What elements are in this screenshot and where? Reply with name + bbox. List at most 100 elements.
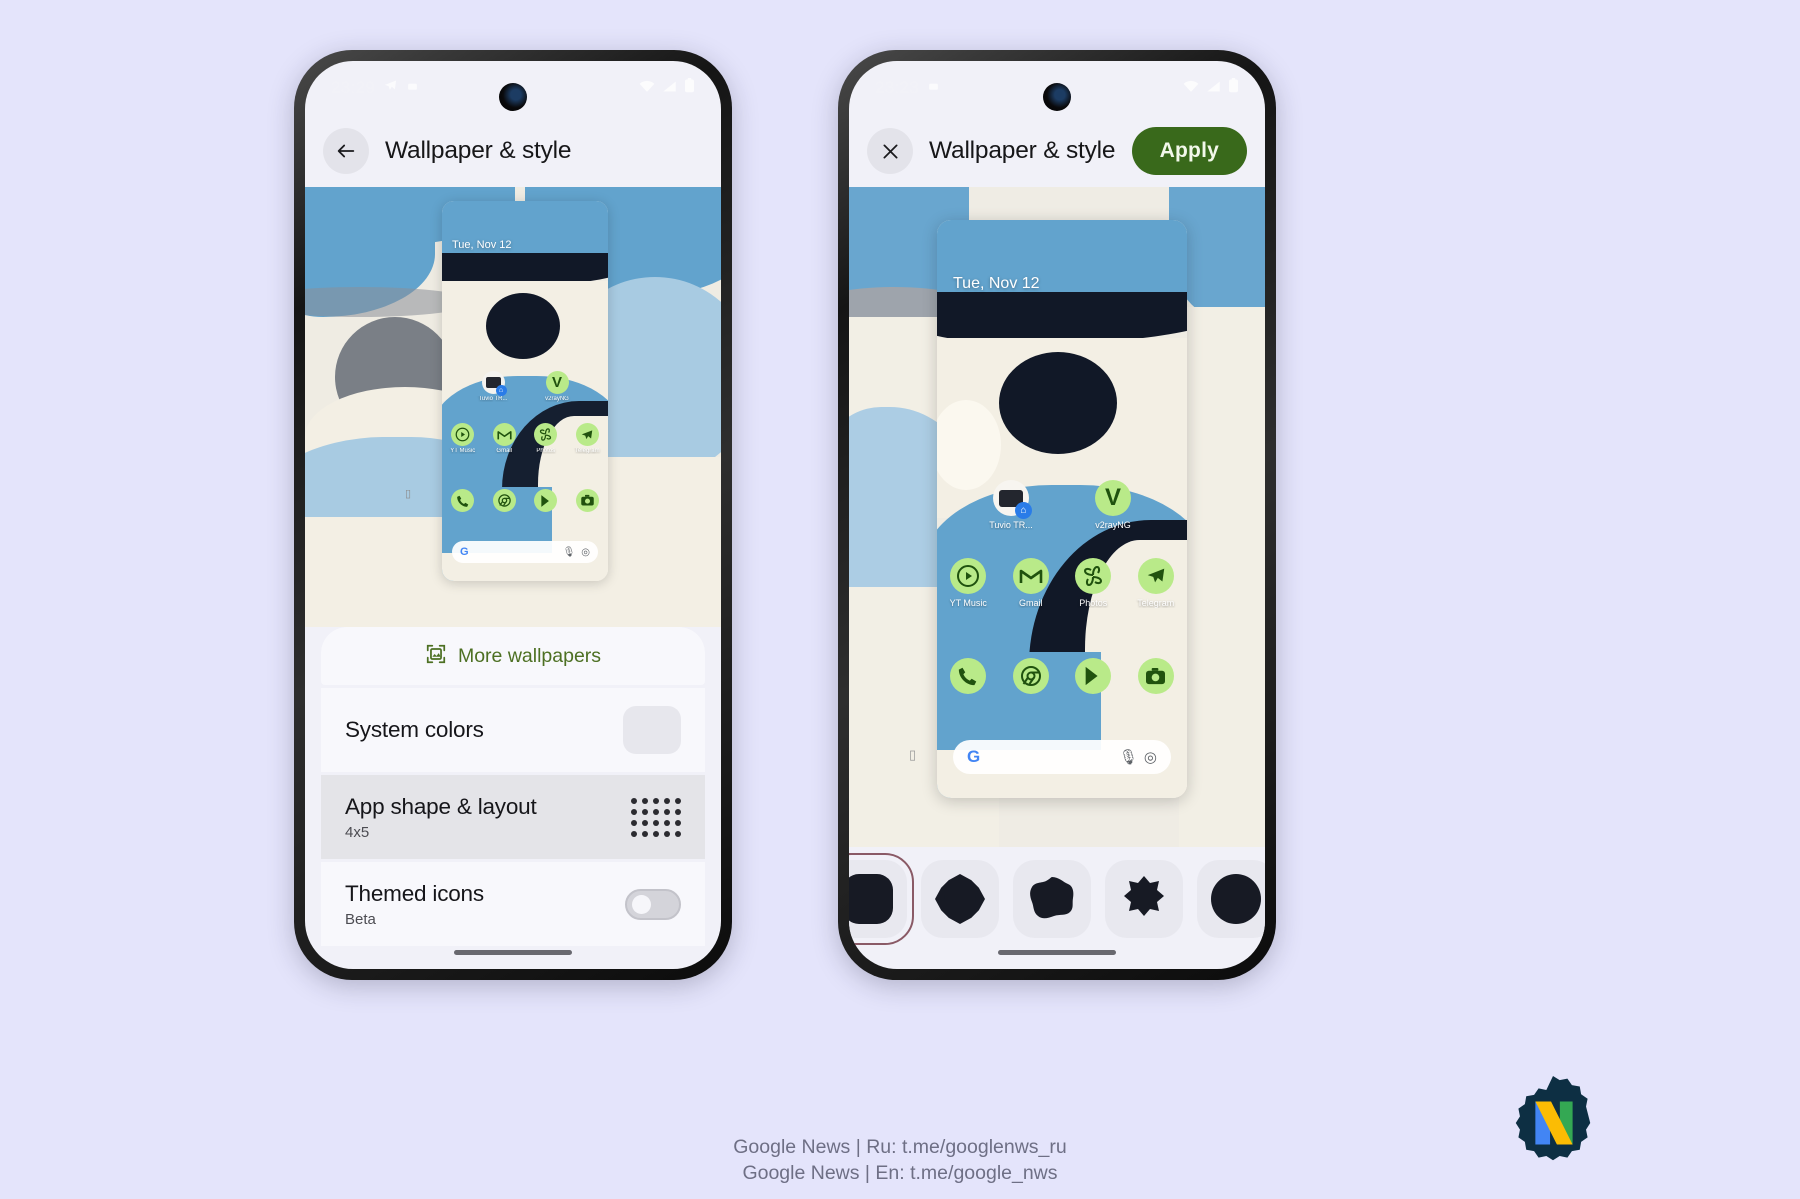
microphone-icon: 🎙: [562, 546, 576, 558]
wifi-icon: [639, 79, 655, 98]
close-button[interactable]: [867, 128, 913, 174]
dock-play-store[interactable]: [529, 489, 563, 512]
camera-icon: [575, 489, 599, 512]
circle-shape: [1211, 874, 1261, 924]
dock-phone[interactable]: [941, 658, 995, 694]
google-g-icon: G: [460, 546, 469, 558]
app-bar-right: Wallpaper & style Apply: [849, 115, 1265, 187]
shape-picker-strip[interactable]: [849, 851, 1265, 947]
preview-search-bar-right[interactable]: G 🎙 ◎: [953, 740, 1171, 774]
left-wallpaper-preview[interactable]: Tue, Nov 12 ⌂ Tuvio TR... V v2rayNG YT M…: [442, 201, 608, 581]
app-gmail[interactable]: Gmail: [487, 423, 521, 454]
toggle-knob: [632, 894, 651, 914]
shape-option-rounded-square[interactable]: [849, 853, 914, 945]
yt-music-icon: [950, 558, 987, 594]
app-label: Tuvio TR...: [478, 396, 508, 402]
dock-chrome[interactable]: [487, 489, 521, 512]
more-wallpapers-label: More wallpapers: [457, 644, 602, 667]
app-tuvio[interactable]: ⌂ Tuvio TR...: [476, 371, 510, 402]
app-label: Telegram: [574, 448, 600, 454]
front-camera-punch-hole-right: [1043, 83, 1071, 111]
tv-icon: ⌂: [481, 371, 507, 396]
gmail-icon: [1012, 558, 1049, 594]
dock-chrome[interactable]: [1004, 658, 1058, 694]
app-telegram[interactable]: Telegram: [1129, 558, 1183, 608]
phone-right: ▯ Tue, Nov 12 ⌂ Tuvio TR... V v2rayNG YT…: [838, 50, 1276, 980]
row-subtitle: 4x5: [345, 823, 370, 841]
microphone-icon: 🎙: [1118, 749, 1138, 766]
app-v2rayng[interactable]: V v2rayNG: [540, 371, 574, 402]
settings-row-themed-icons[interactable]: Themed icons Beta: [321, 862, 705, 946]
preview-dock-right: [937, 658, 1187, 694]
app-label: Photos: [1079, 598, 1108, 608]
app-label: YT Music: [949, 598, 987, 608]
app-bar-left: Wallpaper & style: [305, 115, 721, 187]
seven-sided-cookie-shape: [1027, 874, 1077, 924]
flashlight-icon: ▯: [405, 488, 412, 500]
signal-icon: [662, 79, 677, 98]
shape-option-four-leaf-clover[interactable]: [921, 860, 999, 938]
shape-option-cookie[interactable]: [1013, 860, 1091, 938]
themed-icons-toggle[interactable]: [625, 888, 681, 920]
screenshot-stage: ▯ Tue, Nov 12 ⌂ Tuvio TR... V v2rayNG YT…: [0, 0, 1800, 1199]
rounded-square-shape: [849, 874, 893, 924]
google-lens-icon: ◎: [581, 546, 590, 558]
shape-option-burst[interactable]: [1105, 860, 1183, 938]
app-label: YT Music: [450, 448, 476, 454]
play-store-icon: [1075, 658, 1112, 694]
wifi-icon: [1183, 79, 1199, 98]
app-label: Gmail: [496, 448, 513, 454]
google-lens-icon: ◎: [1143, 749, 1157, 766]
image-add-icon: [425, 643, 447, 670]
app-telegram[interactable]: Telegram: [570, 423, 604, 454]
photos-icon: [1075, 558, 1112, 594]
phone-left-screen: ▯ Tue, Nov 12 ⌂ Tuvio TR... V v2rayNG YT…: [305, 61, 721, 969]
dock-phone[interactable]: [446, 489, 480, 512]
settings-row-app-shape-layout[interactable]: App shape & layout 4x5: [321, 775, 705, 859]
battery-icon: [684, 78, 695, 98]
phone-icon: [950, 658, 987, 694]
dock-play-store[interactable]: [1066, 658, 1120, 694]
row-title: System colors: [345, 717, 484, 742]
app-yt-music[interactable]: YT Music: [941, 558, 995, 608]
dock-camera[interactable]: [570, 489, 604, 512]
home-indicator-right: [998, 950, 1116, 955]
app-photos[interactable]: Photos: [1066, 558, 1120, 608]
app-label: Telegram: [1137, 598, 1175, 608]
app-v2rayng[interactable]: V v2rayNG: [1086, 480, 1140, 530]
color-swatch[interactable]: [623, 706, 681, 754]
preview-search-bar-left[interactable]: G 🎙 ◎: [452, 541, 598, 563]
page-title-left: Wallpaper & style: [385, 137, 572, 164]
preview-app-row-1-left: ⌂ Tuvio TR... V v2rayNG: [442, 371, 608, 402]
home-indicator-left: [454, 950, 572, 955]
preview-dock-left: [442, 489, 608, 512]
battery-icon: [1228, 78, 1239, 98]
preview-date-left: Tue, Nov 12: [452, 239, 512, 251]
telegram-icon: [1137, 558, 1174, 594]
more-wallpapers-button[interactable]: More wallpapers: [321, 627, 705, 685]
back-button[interactable]: [323, 128, 369, 174]
app-label: Gmail: [1018, 598, 1043, 608]
shape-option-circle[interactable]: [1197, 860, 1265, 938]
dock-camera[interactable]: [1129, 658, 1183, 694]
page-title-right: Wallpaper & style: [929, 137, 1116, 164]
phone-icon: [451, 489, 475, 512]
apply-button[interactable]: Apply: [1131, 127, 1247, 175]
settings-row-system-colors[interactable]: System colors: [321, 688, 705, 772]
google-news-logo: [1504, 1074, 1602, 1172]
google-g-icon: G: [967, 747, 981, 766]
preview-app-row-2-right: YT Music Gmail Photos Telegram: [937, 558, 1187, 608]
app-tuvio[interactable]: ⌂ Tuvio TR...: [984, 480, 1038, 530]
app-yt-music[interactable]: YT Music: [446, 423, 480, 454]
right-wallpaper-preview[interactable]: Tue, Nov 12 ⌂ Tuvio TR... V v2rayNG YT M…: [937, 220, 1187, 798]
battery-share-icon: [927, 79, 940, 98]
yt-music-icon: [451, 423, 475, 446]
app-photos[interactable]: Photos: [529, 423, 563, 454]
v-icon: V: [1095, 480, 1131, 516]
settings-sheet: More wallpapers System colors App shape …: [321, 627, 705, 969]
chrome-icon: [492, 489, 516, 512]
preview-app-row-1-right: ⌂ Tuvio TR... V v2rayNG: [937, 480, 1187, 530]
chrome-icon: [1012, 658, 1049, 694]
telegram-icon: [575, 423, 599, 446]
app-gmail[interactable]: Gmail: [1004, 558, 1058, 608]
